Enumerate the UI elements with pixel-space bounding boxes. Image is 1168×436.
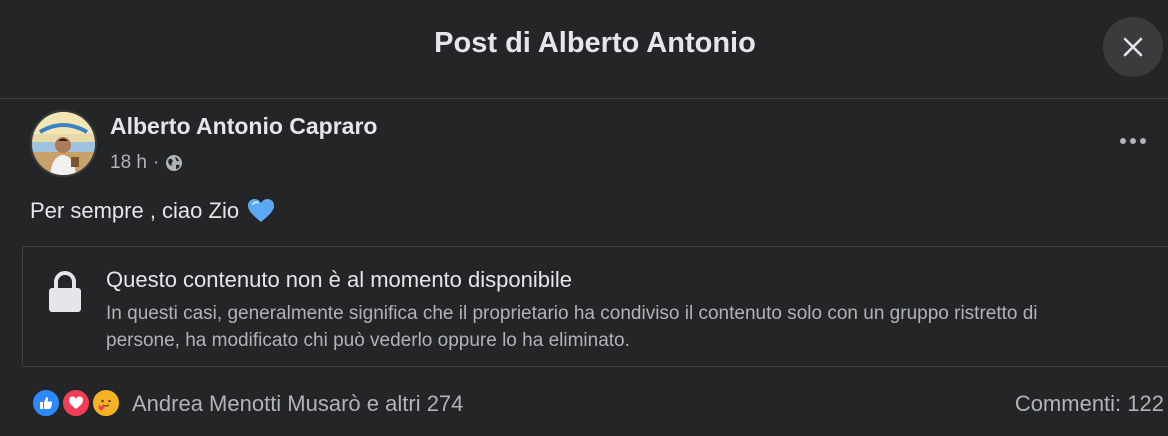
author-name[interactable]: Alberto Antonio Capraro [110,113,377,140]
globe-icon [166,155,183,171]
post-dialog: Post di Alberto Antonio Alberto Antonio … [0,0,1168,436]
unavailable-description: In questi casi, generalmente significa c… [106,303,1038,351]
close-icon [1123,37,1143,57]
dialog-header: Post di Alberto Antonio [0,0,1168,99]
reaction-summary[interactable]: Andrea Menotti Musarò e altri 274 [132,391,463,417]
dialog-title: Post di Alberto Antonio [434,27,756,59]
post-options-button[interactable] [1112,128,1154,154]
blue-heart-icon [247,198,275,224]
care-reaction-icon [91,388,121,418]
post-message: Per sempre , ciao Zio [30,198,240,223]
author-avatar[interactable] [30,110,97,177]
post-text: Per sempre , ciao Zio [30,198,275,224]
lock-icon [49,271,81,312]
close-button[interactable] [1103,17,1163,77]
comments-count[interactable]: Commenti: 122 [1015,391,1164,417]
meta-separator: · [152,152,160,173]
post-meta: 18 h · [110,152,183,174]
love-reaction-icon [61,388,91,418]
post-time[interactable]: 18 h [110,152,147,174]
unavailable-content-card: Questo contenuto non è al momento dispon… [22,246,1168,367]
more-horizontal-icon [1120,138,1126,144]
like-reaction-icon [31,388,61,418]
reaction-icons[interactable] [31,388,126,420]
unavailable-title: Questo contenuto non è al momento dispon… [106,267,572,292]
post-footer: Andrea Menotti Musarò e altri 274 Commen… [0,383,1168,428]
